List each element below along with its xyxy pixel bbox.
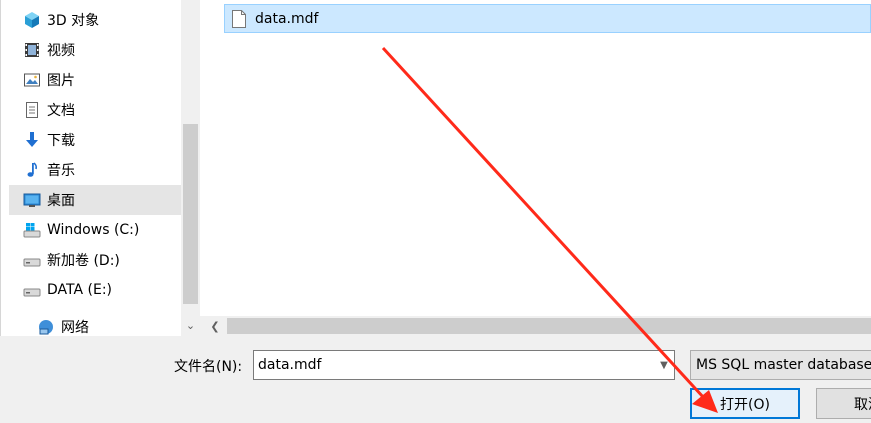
nav-item-pictures[interactable]: 图片 bbox=[9, 65, 181, 95]
pictures-icon bbox=[23, 71, 41, 89]
drive-icon bbox=[23, 251, 41, 269]
nav-item-label: 文档 bbox=[47, 103, 75, 119]
windows-drive-icon bbox=[23, 221, 41, 239]
downloads-icon bbox=[23, 131, 41, 149]
file-list-pane: data.mdf bbox=[200, 0, 871, 316]
3d-objects-icon bbox=[23, 11, 41, 29]
filename-label: 文件名(N): bbox=[174, 359, 243, 375]
nav-item-videos[interactable]: 视频 bbox=[9, 35, 181, 65]
nav-item-windows-drive[interactable]: Windows (C:) bbox=[9, 215, 181, 245]
file-type-value: MS SQL master database bbox=[696, 357, 871, 373]
filename-value: data.mdf bbox=[258, 357, 322, 373]
nav-item-label: 桌面 bbox=[47, 193, 75, 209]
nav-item-label: Windows (C:) bbox=[47, 222, 140, 238]
nav-item-desktop[interactable]: 桌面 bbox=[9, 185, 181, 215]
drive-icon bbox=[23, 281, 41, 299]
nav-item-label: 视频 bbox=[47, 43, 75, 59]
nav-item-data-e[interactable]: DATA (E:) bbox=[9, 275, 181, 305]
documents-icon bbox=[23, 101, 41, 119]
dialog-footer: 文件名(N): data.mdf ▼ MS SQL master databas… bbox=[0, 336, 871, 423]
navigation-pane: 3D 对象 视频 图片 文档 下载 音乐 桌面 Windows (C:) 新加卷… bbox=[0, 0, 182, 336]
chevron-down-icon[interactable]: ▼ bbox=[656, 351, 672, 379]
file-icon bbox=[231, 9, 247, 33]
music-icon bbox=[23, 161, 41, 179]
nav-item-music[interactable]: 音乐 bbox=[9, 155, 181, 185]
nav-item-label: 新加卷 (D:) bbox=[47, 253, 120, 269]
nav-item-new-volume-d[interactable]: 新加卷 (D:) bbox=[9, 245, 181, 275]
file-type-select[interactable]: MS SQL master database bbox=[690, 350, 871, 380]
nav-vertical-scrollbar[interactable]: ⌄ bbox=[181, 0, 200, 336]
video-icon bbox=[23, 41, 41, 59]
nav-item-label: DATA (E:) bbox=[47, 282, 113, 298]
network-icon bbox=[37, 318, 55, 336]
cancel-button[interactable]: 取消 bbox=[816, 388, 871, 419]
nav-item-documents[interactable]: 文档 bbox=[9, 95, 181, 125]
nav-item-label: 下载 bbox=[47, 133, 75, 149]
nav-item-3d-objects[interactable]: 3D 对象 bbox=[9, 5, 181, 35]
open-button-label: 打开(O) bbox=[720, 396, 770, 413]
nav-item-label: 3D 对象 bbox=[47, 13, 100, 29]
nav-item-label: 网络 bbox=[61, 320, 89, 336]
nav-item-downloads[interactable]: 下载 bbox=[9, 125, 181, 155]
open-button[interactable]: 打开(O) bbox=[690, 388, 800, 419]
file-horizontal-scrollbar[interactable]: ❮ bbox=[200, 316, 871, 336]
chevron-down-icon[interactable]: ⌄ bbox=[181, 316, 200, 334]
desktop-icon bbox=[23, 191, 41, 209]
scrollbar-thumb[interactable] bbox=[227, 318, 871, 334]
nav-item-label: 图片 bbox=[47, 73, 75, 89]
scrollbar-thumb[interactable] bbox=[183, 124, 198, 304]
nav-item-label: 音乐 bbox=[47, 163, 75, 179]
file-row[interactable]: data.mdf bbox=[224, 4, 871, 33]
chevron-left-icon[interactable]: ❮ bbox=[206, 316, 224, 336]
filename-input[interactable]: data.mdf ▼ bbox=[253, 350, 675, 380]
cancel-button-label: 取消 bbox=[854, 396, 871, 413]
file-name: data.mdf bbox=[255, 10, 319, 27]
